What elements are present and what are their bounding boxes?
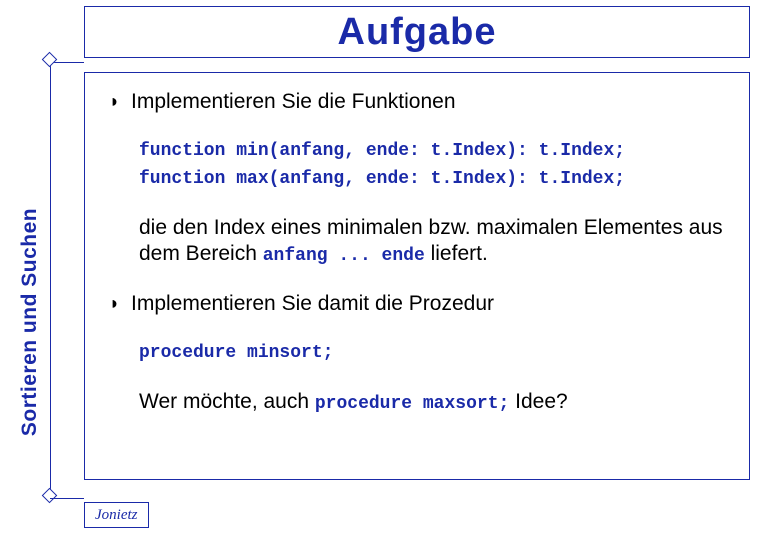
footer-region: Jonietz [84,502,180,528]
connector-line [50,62,84,63]
paragraph: Wer möchte, auch procedure maxsort; Idee… [139,389,725,417]
bullet-icon: ◗ [109,291,131,317]
code-line: procedure minsort; [139,339,725,367]
footer-box: Jonietz [84,502,149,528]
sidebar-label: Sortieren und Suchen [10,74,50,334]
code-inline: procedure maxsort; [315,394,509,414]
connector-line [50,498,84,499]
slide: Aufgabe Sortieren und Suchen ◗ Implement… [0,0,780,540]
code-line: function min(anfang, ende: t.Index): t.I… [139,137,725,165]
para-text: Idee? [509,390,567,413]
code-block: function min(anfang, ende: t.Index): t.I… [139,137,725,193]
item1-text: Implementieren Sie die Funktionen [131,89,456,115]
code-inline: anfang ... ende [263,246,425,266]
footer-author: Jonietz [95,507,138,523]
para-text: liefert. [425,242,488,265]
slide-title: Aufgabe [338,11,497,54]
paragraph: die den Index eines minimalen bzw. maxim… [139,215,725,269]
para-text: Wer möchte, auch [139,390,315,413]
content-box: ◗ Implementieren Sie die Funktionen func… [84,72,750,480]
title-box: Aufgabe [84,6,750,58]
bullet-icon: ◗ [109,89,131,115]
sidebar-label-text: Sortieren und Suchen [18,208,42,436]
list-item: ◗ Implementieren Sie die Funktionen [109,89,725,115]
title-region: Aufgabe [84,6,750,58]
vertical-divider [50,62,51,498]
code-line: function max(anfang, ende: t.Index): t.I… [139,165,725,193]
diamond-icon [42,52,58,68]
list-item: ◗ Implementieren Sie damit die Prozedur [109,291,725,317]
item2-text: Implementieren Sie damit die Prozedur [131,291,494,317]
diamond-icon [42,488,58,504]
code-block: procedure minsort; [139,339,725,367]
